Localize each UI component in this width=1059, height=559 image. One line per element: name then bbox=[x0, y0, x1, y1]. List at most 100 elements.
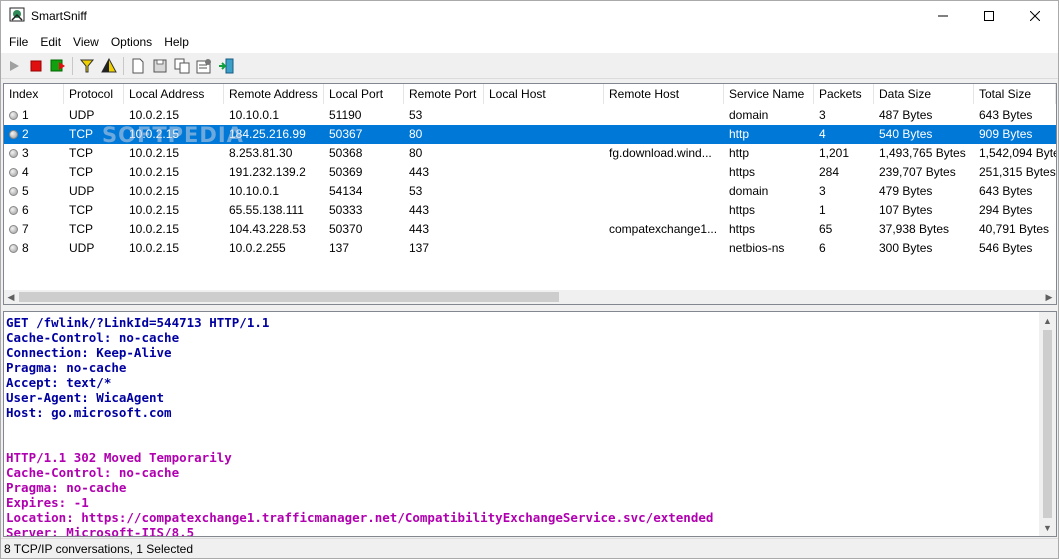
menu-edit[interactable]: Edit bbox=[34, 31, 67, 53]
cell-local-host bbox=[484, 220, 604, 239]
cell-remote-host: fg.download.wind... bbox=[609, 146, 712, 160]
column-header-data-size[interactable]: Data Size bbox=[874, 84, 974, 104]
close-button[interactable] bbox=[1012, 1, 1058, 31]
cell-local-address: 10.0.2.15 bbox=[129, 165, 180, 179]
maximize-button[interactable] bbox=[966, 1, 1012, 31]
response-line: Pragma: no-cache bbox=[6, 480, 127, 495]
response-line: HTTP/1.1 302 Moved Temporarily bbox=[6, 450, 232, 465]
cell-local-host bbox=[484, 125, 604, 144]
column-header-packets[interactable]: Packets bbox=[814, 84, 874, 104]
cell-total-size: 1,542,094 Bytes bbox=[979, 146, 1056, 160]
conversations-list[interactable]: Index Protocol Local Address Remote Addr… bbox=[3, 83, 1057, 305]
scroll-right-arrow-icon[interactable]: ▶ bbox=[1042, 290, 1056, 304]
table-row[interactable]: 5 UDP 10.0.2.15 10.10.0.1 54134 53 domain 3 479 … bbox=[4, 182, 1056, 201]
cell-protocol: UDP bbox=[69, 184, 95, 198]
table-row[interactable]: 7 TCP 10.0.2.15 104.43.228.53 50370 443 compat… bbox=[4, 220, 1056, 239]
cell-local-address: 10.0.2.15 bbox=[129, 127, 180, 141]
cell-remote-address: 10.0.2.255 bbox=[229, 241, 286, 255]
cell-data-size: 1,493,765 Bytes bbox=[879, 146, 966, 160]
response-line: Server: Microsoft-IIS/8.5 bbox=[6, 525, 195, 537]
list-rows: 1 UDP 10.0.2.15 10.10.0.1 51190 53 domain 3 487 … bbox=[4, 106, 1056, 258]
cell-remote-host bbox=[604, 125, 724, 144]
cell-data-size: 239,707 Bytes bbox=[879, 165, 956, 179]
cell-data-size: 107 Bytes bbox=[879, 203, 933, 217]
column-header-total-size[interactable]: Total Size bbox=[974, 84, 1056, 104]
exit-icon[interactable] bbox=[215, 55, 237, 77]
scroll-down-arrow-icon[interactable]: ▼ bbox=[1039, 519, 1056, 536]
cell-data-size: 487 Bytes bbox=[879, 108, 933, 122]
cell-protocol: TCP bbox=[69, 146, 93, 160]
cell-remote-address: 184.25.216.99 bbox=[229, 127, 306, 141]
table-row[interactable]: 4 TCP 10.0.2.15 191.232.139.2 50369 443 https 2… bbox=[4, 163, 1056, 182]
start-capture-icon[interactable] bbox=[3, 55, 25, 77]
response-line: Location: https://compatexchange1.traffi… bbox=[6, 510, 714, 525]
cell-remote-address: 191.232.139.2 bbox=[229, 165, 306, 179]
cell-local-address: 10.0.2.15 bbox=[129, 108, 180, 122]
menu-view[interactable]: View bbox=[67, 31, 105, 53]
cell-index: 7 bbox=[4, 220, 64, 239]
cell-local-host bbox=[484, 106, 604, 125]
cell-remote-host bbox=[604, 182, 724, 201]
column-header-index[interactable]: Index bbox=[4, 84, 64, 104]
copy-icon[interactable] bbox=[171, 55, 193, 77]
horizontal-scrollbar[interactable]: ◀ ▶ bbox=[4, 290, 1056, 304]
column-header-remote-address[interactable]: Remote Address bbox=[224, 84, 324, 104]
menu-help[interactable]: Help bbox=[158, 31, 195, 53]
table-row[interactable]: 3 TCP 10.0.2.15 8.253.81.30 50368 80 fg.downlo… bbox=[4, 144, 1056, 163]
display-filter-icon[interactable] bbox=[98, 55, 120, 77]
vertical-scroll-thumb[interactable] bbox=[1043, 330, 1052, 518]
table-row[interactable]: 1 UDP 10.0.2.15 10.10.0.1 51190 53 domain 3 487 … bbox=[4, 106, 1056, 125]
column-header-local-address[interactable]: Local Address bbox=[124, 84, 224, 104]
column-header-local-host[interactable]: Local Host bbox=[484, 84, 604, 104]
cell-local-address: 10.0.2.15 bbox=[129, 222, 180, 236]
cell-service-name: https bbox=[729, 165, 756, 179]
cell-local-port: 54134 bbox=[329, 184, 363, 198]
cell-local-address: 10.0.2.15 bbox=[129, 184, 180, 198]
properties-icon[interactable] bbox=[193, 55, 215, 77]
cell-data-size: 37,938 Bytes bbox=[879, 222, 950, 236]
cell-local-port: 50333 bbox=[329, 203, 363, 217]
cell-packets: 4 bbox=[819, 127, 826, 141]
cell-index: 6 bbox=[4, 201, 64, 220]
cell-remote-port: 443 bbox=[409, 222, 430, 236]
horizontal-scroll-thumb[interactable] bbox=[19, 292, 559, 302]
cell-local-host bbox=[484, 201, 604, 220]
cell-index: 3 bbox=[4, 144, 64, 163]
column-header-protocol[interactable]: Protocol bbox=[64, 84, 124, 104]
table-row[interactable]: 8 UDP 10.0.2.15 10.0.2.255 137 137 netbios-ns 6… bbox=[4, 239, 1056, 258]
request-line: Host: go.microsoft.com bbox=[6, 405, 172, 420]
cell-service-name: domain bbox=[729, 184, 769, 198]
status-dot-icon bbox=[9, 149, 18, 158]
column-header-remote-port[interactable]: Remote Port bbox=[404, 84, 484, 104]
save-icon[interactable] bbox=[149, 55, 171, 77]
capture-filter-icon[interactable] bbox=[76, 55, 98, 77]
request-line bbox=[6, 435, 1036, 450]
stop-capture-icon[interactable] bbox=[25, 55, 47, 77]
column-header-service-name[interactable]: Service Name bbox=[724, 84, 814, 104]
cell-service-name: http bbox=[729, 146, 750, 160]
cell-index-value: 3 bbox=[22, 146, 29, 160]
cell-remote-port: 80 bbox=[409, 127, 423, 141]
cell-remote-address: 10.10.0.1 bbox=[229, 108, 280, 122]
start-stop-toggle-icon[interactable] bbox=[47, 55, 69, 77]
scroll-left-arrow-icon[interactable]: ◀ bbox=[4, 290, 18, 304]
cell-index-value: 8 bbox=[22, 241, 29, 255]
new-document-icon[interactable] bbox=[127, 55, 149, 77]
vertical-scrollbar[interactable]: ▲ ▼ bbox=[1039, 312, 1056, 536]
stream-content-pane[interactable]: GET /fwlink/?LinkId=544713 HTTP/1.1 Cache… bbox=[3, 311, 1057, 537]
cell-protocol: TCP bbox=[69, 165, 93, 179]
menu-options[interactable]: Options bbox=[105, 31, 158, 53]
column-header-local-port[interactable]: Local Port bbox=[324, 84, 404, 104]
table-row[interactable]: 2 TCP 10.0.2.15 184.25.216.99 50367 80 http 4 54… bbox=[4, 125, 1056, 144]
cell-local-host bbox=[484, 239, 604, 258]
cell-packets: 284 bbox=[819, 165, 840, 179]
column-header-remote-host[interactable]: Remote Host bbox=[604, 84, 724, 104]
menu-file[interactable]: File bbox=[3, 31, 34, 53]
minimize-button[interactable] bbox=[920, 1, 966, 31]
table-row[interactable]: 6 TCP 10.0.2.15 65.55.138.111 50333 443 https 1… bbox=[4, 201, 1056, 220]
cell-data-size: 540 Bytes bbox=[879, 127, 933, 141]
cell-index-value: 4 bbox=[22, 165, 29, 179]
cell-total-size: 643 Bytes bbox=[979, 108, 1033, 122]
scroll-up-arrow-icon[interactable]: ▲ bbox=[1039, 312, 1056, 329]
status-dot-icon bbox=[9, 187, 18, 196]
